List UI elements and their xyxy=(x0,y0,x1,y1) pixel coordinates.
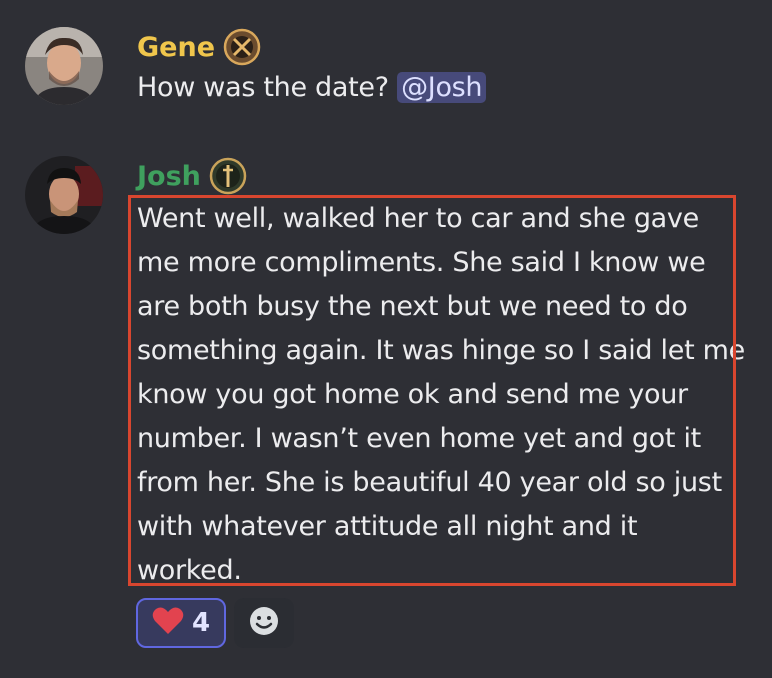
sword-badge-icon[interactable] xyxy=(209,157,247,195)
author-name[interactable]: Gene xyxy=(137,34,215,61)
highlight-annotation-box xyxy=(128,195,736,586)
avatar-josh[interactable] xyxy=(25,156,103,234)
reaction-count: 4 xyxy=(191,608,211,638)
author-name[interactable]: Josh xyxy=(137,163,201,190)
avatar-gene[interactable] xyxy=(25,27,103,105)
heart-icon xyxy=(152,606,184,640)
user-mention[interactable]: @Josh xyxy=(397,72,487,103)
add-reaction-smiley-icon xyxy=(248,605,280,641)
add-reaction-button[interactable] xyxy=(234,598,294,648)
message-text: How was the date? xyxy=(137,72,389,103)
message-content: How was the date? @Josh xyxy=(137,66,487,110)
heart-reaction-button[interactable]: 4 xyxy=(136,598,226,648)
crossed-swords-badge-icon[interactable] xyxy=(223,28,261,66)
